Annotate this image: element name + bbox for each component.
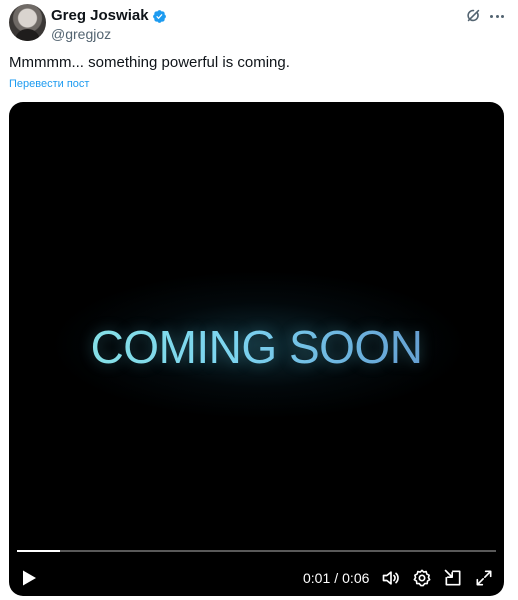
video-player[interactable]: COMING SOON 0:01 / 0:06 xyxy=(9,102,504,596)
video-overlay-text: COMING SOON xyxy=(9,322,504,372)
video-controls: 0:01 / 0:06 xyxy=(9,566,504,590)
settings-icon[interactable] xyxy=(412,568,432,588)
author-display-name[interactable]: Greg Joswiak xyxy=(51,8,149,24)
volume-icon[interactable] xyxy=(381,568,401,588)
author-name-row: Greg Joswiak xyxy=(51,8,167,24)
grok-icon[interactable] xyxy=(465,7,482,24)
post-header: Greg Joswiak @gregjoz xyxy=(9,4,509,44)
avatar[interactable] xyxy=(9,4,46,41)
video-progress-fill xyxy=(17,550,61,552)
fullscreen-icon[interactable] xyxy=(474,568,494,588)
author-handle[interactable]: @gregjoz xyxy=(51,26,111,42)
post-text: Mmmmm... something powerful is coming. xyxy=(9,54,290,71)
time-separator: / xyxy=(334,570,339,586)
picture-in-picture-icon[interactable] xyxy=(443,568,463,588)
video-progress-bar[interactable] xyxy=(17,550,496,552)
duration: 0:06 xyxy=(342,570,370,586)
verified-badge-icon[interactable] xyxy=(152,9,167,24)
play-icon[interactable] xyxy=(21,569,37,587)
video-time: 0:01 / 0:06 xyxy=(303,570,369,586)
translate-post-link[interactable]: Перевести пост xyxy=(9,77,89,91)
more-icon[interactable] xyxy=(487,8,507,24)
current-time: 0:01 xyxy=(303,570,331,586)
